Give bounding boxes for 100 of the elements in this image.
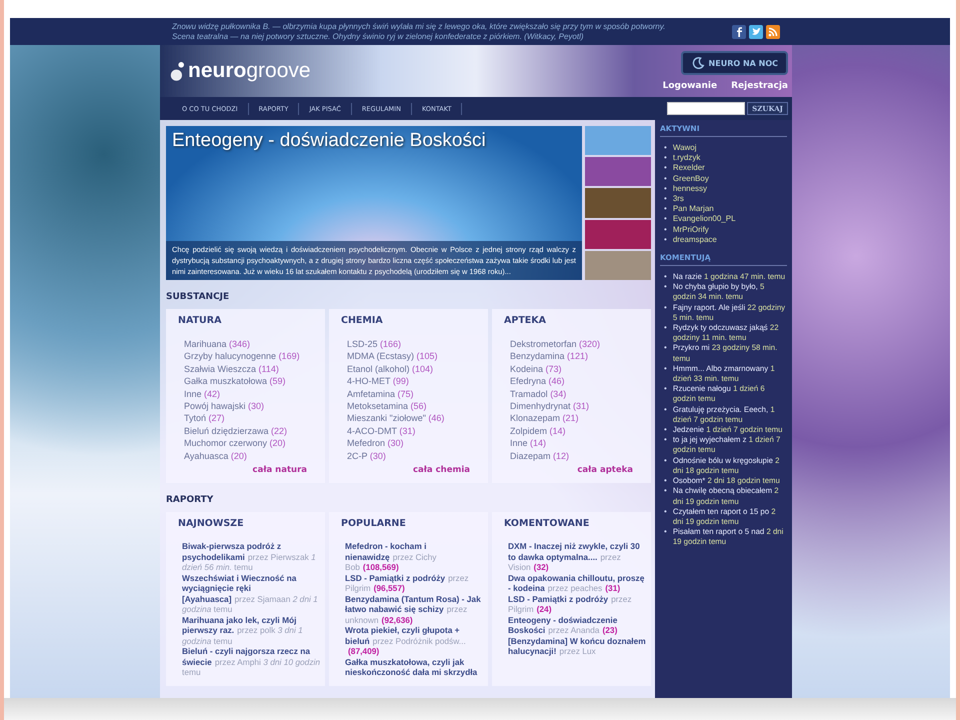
substance-link[interactable]: Muchomor czerwony (20) <box>184 437 319 450</box>
report-entry[interactable]: Biwak-pierwsza podróż z psychodelikami przez Pierwszak 1 dzień 56 min. temu <box>182 541 323 572</box>
more-link[interactable]: cała chemia <box>413 465 482 475</box>
hero-banner[interactable] <box>166 126 582 280</box>
list-bullet: • <box>664 194 667 204</box>
substance-link[interactable]: Gałka muszkatołowa (59) <box>184 375 319 388</box>
list-bullet: • <box>664 143 667 154</box>
list-bullet: • <box>664 435 667 446</box>
report-entry[interactable]: Marihuana jako lek, czyli Mój pierwszy raz. przez polk 3 dni 1 godzina temu <box>182 614 323 646</box>
photo-placeholder[interactable] <box>585 250 651 280</box>
list-bullet: • <box>664 404 667 415</box>
substance-link[interactable]: Tramadol (34) <box>510 388 645 400</box>
substance-link[interactable]: Mieszanki "ziołowe" (46) <box>347 412 482 425</box>
substance-link[interactable]: 4-HO-MET (99) <box>347 375 482 388</box>
list-bullet: • <box>664 214 667 225</box>
substance-link[interactable]: Szałwia Wieszcza (114) <box>184 362 319 376</box>
list-bullet: • <box>664 527 667 538</box>
card-title: NATURA <box>178 315 222 326</box>
list-bullet: • <box>664 364 667 374</box>
quote-text: Znowu widzę pułkownika B. — olbrzymia kupa płynnych świń wylała mi się z lewego oka, które zwiększało się przy tym w sposób potworny. <box>172 22 666 32</box>
list-bullet: • <box>664 343 667 354</box>
substance-link[interactable]: Amfetamina (75) <box>347 388 482 400</box>
site-logo[interactable]: neurogroove <box>188 59 311 83</box>
substance-link[interactable]: Benzydamina (121) <box>510 350 645 363</box>
night-mode-button[interactable]: NEURO NA NOC <box>680 51 788 75</box>
bubbles-icon <box>170 61 186 83</box>
list-bullet: • <box>664 456 667 466</box>
substance-link[interactable]: Inne (14) <box>510 437 645 450</box>
substance-link[interactable]: LSD-25 (166) <box>347 338 482 350</box>
moon-icon <box>690 56 705 70</box>
bird-icon[interactable] <box>749 24 763 38</box>
substance-link[interactable]: Ayahuasca (20) <box>184 450 319 462</box>
quote-text: Scena teatralna — na niej potwory sztuczne. Ohydny świnio ryj w zielonej konfederatce z piórkiem. (Witkacy, Peyotl) <box>172 32 585 42</box>
more-link[interactable]: cała natura <box>252 465 319 475</box>
list-bullet: • <box>664 323 667 334</box>
substance-link[interactable]: Klonazepam (21) <box>510 412 645 425</box>
substance-link[interactable]: 4-ACO-DMT (31) <box>347 424 482 438</box>
list-bullet: • <box>664 224 667 235</box>
list-bullet: • <box>664 174 667 184</box>
list-bullet: • <box>664 272 667 282</box>
user-link[interactable]: MrPriOrify <box>672 224 709 235</box>
report-entry[interactable]: DXM - Inaczej niż zwykle, czyli 30 to dawka optymalna.... przez Vision (32) <box>508 541 649 572</box>
substance-link[interactable]: MDMA (Ecstasy) (105) <box>347 350 482 363</box>
list-bullet: • <box>664 425 667 436</box>
section-title: RAPORTY <box>166 495 214 505</box>
section-title: SUBSTANCJE <box>166 292 230 302</box>
auth-link[interactable]: Rejestracja <box>731 81 788 91</box>
list-bullet: • <box>664 476 667 486</box>
substance-link[interactable]: 2C-P (30) <box>347 450 482 462</box>
substance-link[interactable]: Tytoń (27) <box>184 412 319 425</box>
hero-title: Enteogeny - doświadczenie Boskości <box>171 129 487 153</box>
substance-link[interactable]: Zolpidem (14) <box>510 424 645 438</box>
report-entry[interactable]: Gałka muszkatołowa, czyli jak nieskończoność dała mi skrzydła <box>345 656 486 678</box>
substance-link[interactable]: Efedryna (46) <box>510 375 645 388</box>
report-entry[interactable]: [Benzydamina] W końcu doznałem halucynacji! przez Lux <box>508 636 649 656</box>
user-link[interactable]: Rexelder <box>672 163 705 174</box>
substance-link[interactable]: Grzyby halucynogenne (169) <box>184 350 319 363</box>
report-entry[interactable]: LSD - Pamiątki z podróży przez Pilgrim (96,557) <box>345 572 486 594</box>
card-title: APTEKA <box>504 315 547 326</box>
substance-link[interactable]: Dimenhydrynat (31) <box>510 400 645 412</box>
report-entry[interactable]: Benzydamina (Tantum Rosa) - Jak łatwo nabawić się schizy przez unknown (92,636) <box>345 594 486 625</box>
substance-link[interactable]: Mefedron (30) <box>347 437 482 450</box>
user-link[interactable]: 3rs <box>672 194 684 204</box>
substance-link[interactable]: Diazepam (12) <box>510 450 645 462</box>
auth-link[interactable]: Logowanie <box>662 81 718 91</box>
rss-icon[interactable] <box>766 24 780 38</box>
facebook-icon[interactable] <box>732 24 746 38</box>
report-entry[interactable]: LSD - Pamiątki z podróży przez Pilgrim (24) <box>508 594 649 614</box>
substance-link[interactable]: Dekstrometorfan (320) <box>510 338 645 350</box>
report-entry[interactable]: Dwa opakowania chilloutu, proszę - kodeina przez peaches (31) <box>508 572 649 594</box>
report-entry[interactable]: Mefedron - kocham i nienawidzę przez Cichy Bob (108,569) <box>345 541 486 572</box>
card-title: KOMENTOWANE <box>504 518 590 529</box>
user-link[interactable]: t.rydzyk <box>672 153 700 164</box>
substance-link[interactable]: Etanol (alkohol) (104) <box>347 362 482 376</box>
list-bullet: • <box>664 384 667 394</box>
user-link[interactable]: Wawoj <box>672 143 697 154</box>
substance-link[interactable]: Inne (42) <box>184 388 319 400</box>
user-link[interactable]: Pan Marjan <box>672 204 714 214</box>
user-link[interactable]: hennessy <box>672 184 708 194</box>
card-title: NAJNOWSZE <box>178 518 245 529</box>
user-link[interactable]: GreenBoy <box>672 174 709 184</box>
list-bullet: • <box>664 302 667 313</box>
substance-link[interactable]: Kodeina (73) <box>510 362 645 376</box>
more-link[interactable]: cała apteka <box>577 465 645 475</box>
substance-link[interactable]: Bieluń dziędzierzawa (22) <box>184 424 319 438</box>
card-title: CHEMIA <box>341 315 384 326</box>
user-link[interactable]: Evangelion00_PL <box>672 214 736 225</box>
substance-link[interactable]: Marihuana (346) <box>184 338 319 350</box>
search-field[interactable] <box>667 102 746 115</box>
report-entry[interactable]: Bieluń - czyli najgorsza rzecz na świecie przez Amphi 3 dni 10 godzin temu <box>182 646 323 678</box>
report-entry[interactable]: Wszechświat i Wieczność na wyciągnięcie ręki [Ayahuasca] przez Sjamaan 2 dni 1 godzina temu <box>182 572 323 614</box>
user-link[interactable]: dreamspace <box>672 234 717 246</box>
report-entry[interactable]: Enteogeny - doświadczenie Boskości przez Ananda (23) <box>508 614 649 636</box>
list-bullet: • <box>664 204 667 214</box>
substance-link[interactable]: Metoksetamina (56) <box>347 400 482 412</box>
list-bullet: • <box>664 282 667 292</box>
list-bullet: • <box>664 506 667 517</box>
list-bullet: • <box>664 153 667 164</box>
substance-link[interactable]: Powój hawajski (30) <box>184 400 319 412</box>
report-entry[interactable]: Wrota piekieł, czyli głupota + bieluń przez Podróżnik podśw... (87,409) <box>345 625 486 656</box>
